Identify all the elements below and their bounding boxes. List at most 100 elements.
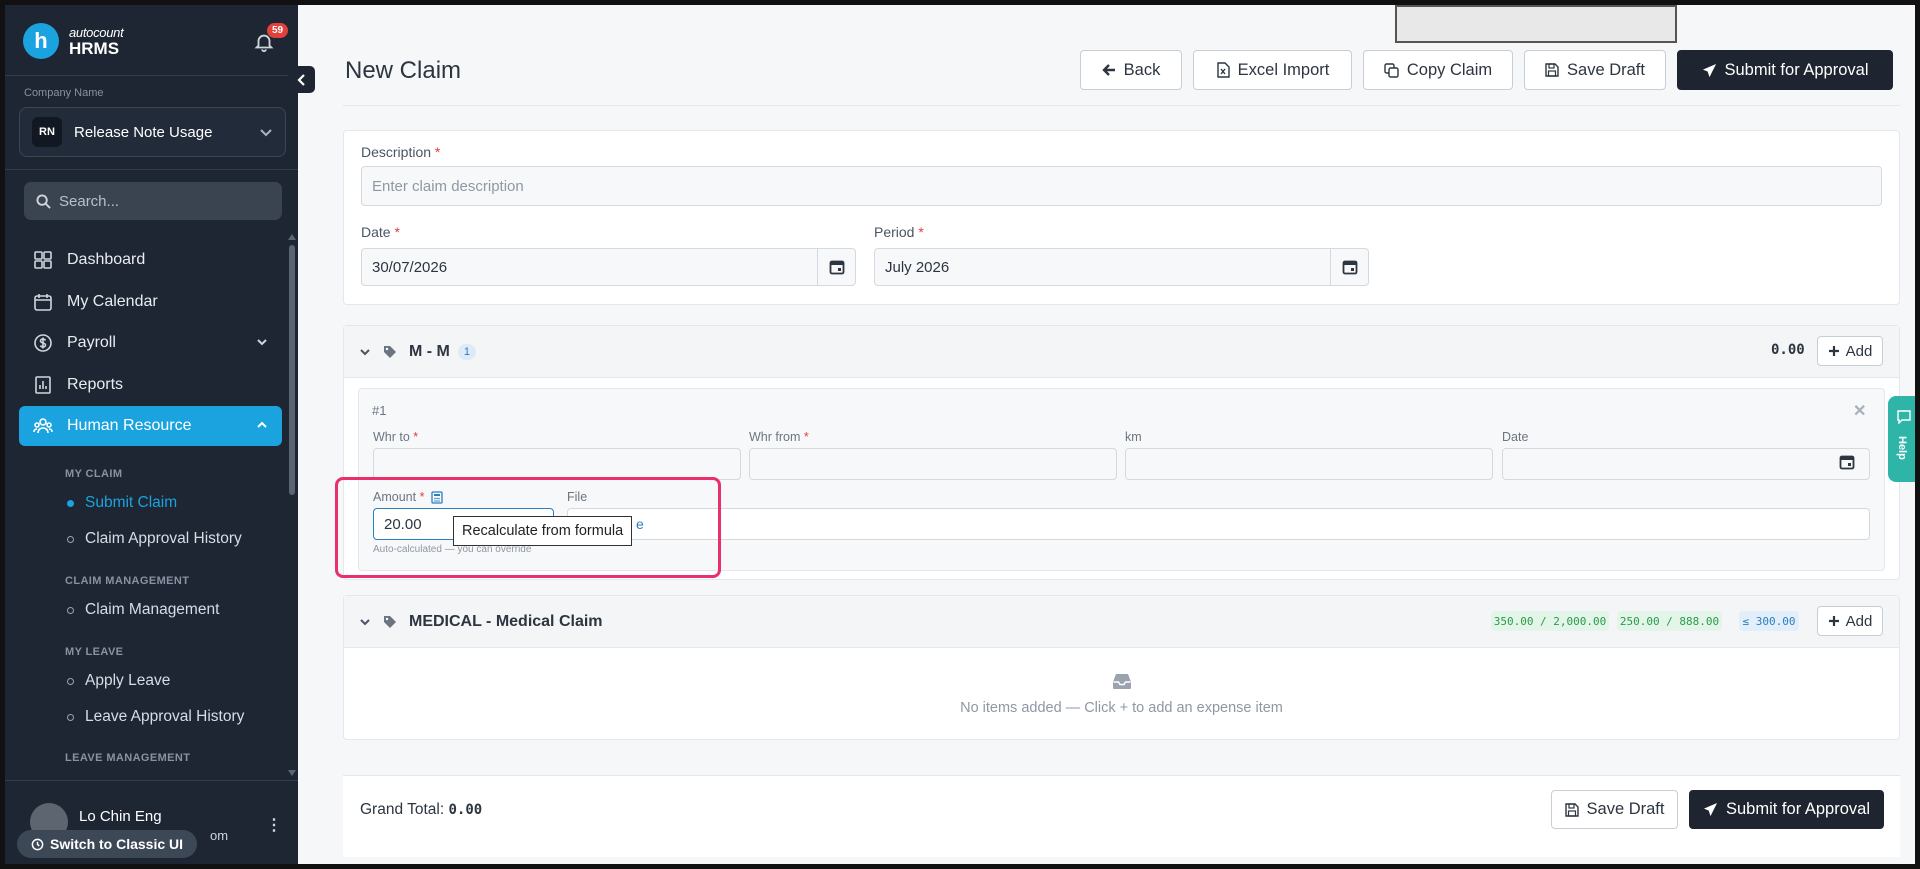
screen-preview-thumbnail [1395, 5, 1677, 43]
sidebar-item-claim-approval-history[interactable]: Claim Approval History [67, 530, 242, 548]
chevron-down-icon[interactable] [359, 616, 371, 628]
excel-import-button[interactable]: Excel Import [1193, 50, 1352, 90]
help-label: Help [1896, 436, 1908, 460]
required-mark: * [803, 430, 809, 444]
sidebar-item-claim-management[interactable]: Claim Management [67, 601, 219, 619]
logo-text: autocount HRMS [69, 26, 124, 58]
whr-from-label: Whr from * [749, 430, 809, 444]
item-date-input[interactable] [1502, 448, 1870, 480]
required-mark: * [918, 224, 924, 240]
date-label: Date * [361, 224, 400, 240]
plus-icon [1828, 616, 1839, 626]
remove-item-icon[interactable]: ✕ [1853, 401, 1866, 421]
label-text: Description [361, 144, 432, 160]
switch-classic-ui-button[interactable]: Switch to Classic UI [17, 830, 198, 858]
footer-save-draft-button[interactable]: Save Draft [1551, 790, 1678, 829]
bullet [67, 535, 74, 543]
back-label: Back [1123, 60, 1161, 79]
save-draft-button[interactable]: Save Draft [1524, 50, 1666, 90]
km-input[interactable] [1125, 448, 1493, 480]
copy-icon [1384, 62, 1399, 78]
period-label: Period * [874, 224, 924, 240]
date-picker-button[interactable] [1839, 454, 1855, 475]
km-label: km [1125, 430, 1142, 444]
nav-label: Reports [67, 376, 124, 393]
back-button[interactable]: Back [1080, 50, 1182, 90]
collapse-sidebar-button[interactable] [288, 66, 315, 93]
add-item-button[interactable]: Add [1817, 336, 1883, 366]
sidebar-scrollbar[interactable] [289, 245, 295, 495]
app-logo[interactable]: h autocount HRMS [23, 23, 124, 59]
more-vertical-icon[interactable]: ⋮ [266, 815, 282, 835]
empty-state-text: No items added — Click + to add an expen… [960, 700, 1283, 716]
sidebar-search-input[interactable]: Search... [24, 182, 282, 220]
period-picker-button[interactable] [1330, 249, 1368, 285]
whr-from-input[interactable] [749, 448, 1117, 480]
recalculate-tooltip: Recalculate from formula [453, 516, 633, 546]
nav-human-resource[interactable]: Human Resource [19, 406, 282, 446]
sub-label: Claim Approval History [85, 530, 242, 547]
chevron-down-icon [257, 339, 267, 346]
scroll-up-icon[interactable] [288, 234, 296, 240]
label-text: Date [361, 224, 391, 240]
app-window: h autocount HRMS 59 Company Name RN Rele… [0, 0, 1920, 869]
group-total: 0.00 [1771, 342, 1805, 358]
plus-icon [1828, 346, 1839, 356]
excel-file-icon [1216, 62, 1230, 78]
chevron-down-icon [260, 129, 272, 137]
whr-to-input[interactable] [373, 448, 741, 480]
nav-label: Payroll [67, 334, 116, 351]
nav-payroll[interactable]: Payroll [19, 323, 282, 363]
group-header-mm[interactable]: M - M 1 [344, 326, 1899, 378]
clock-icon [31, 838, 44, 850]
calendar-icon [829, 260, 844, 275]
sub-label: Leave Approval History [85, 708, 245, 725]
submit-label: Submit for Approval [1724, 60, 1869, 79]
label-text: Period [874, 224, 915, 240]
company-name: Release Note Usage [74, 123, 213, 141]
description-label: Description * [361, 144, 440, 160]
sidebar-item-submit-claim[interactable]: Submit Claim [67, 494, 177, 512]
logo-bottom-text: HRMS [69, 38, 120, 58]
nav-label: My Calendar [67, 293, 158, 310]
section-leave-management: LEAVE MANAGEMENT [65, 752, 191, 764]
grand-total: Grand Total: 0.00 [360, 801, 482, 819]
period-value: July 2026 [885, 258, 950, 276]
item-number: #1 [372, 403, 387, 418]
period-input[interactable]: July 2026 [874, 248, 1369, 286]
file-input[interactable] [567, 508, 1870, 540]
chevron-down-icon[interactable] [359, 346, 371, 358]
scroll-down-icon[interactable] [288, 770, 296, 776]
nav-label: Human Resource [67, 417, 192, 434]
calendar-icon [1839, 455, 1855, 470]
add-item-button[interactable]: Add [1817, 606, 1883, 636]
bullet [67, 499, 74, 507]
nav-reports[interactable]: Reports [19, 365, 282, 405]
sub-label: Apply Leave [85, 672, 171, 689]
excel-import-label: Excel Import [1237, 60, 1330, 79]
label-text: Whr to [373, 430, 410, 444]
section-claim-management: CLAIM MANAGEMENT [65, 575, 190, 587]
sidebar-item-apply-leave[interactable]: Apply Leave [67, 672, 170, 690]
sidebar-item-leave-approval-history[interactable]: Leave Approval History [67, 708, 244, 726]
user-email: om [210, 828, 229, 843]
date-picker-button[interactable] [817, 249, 855, 285]
submit-for-approval-button[interactable]: Submit for Approval [1677, 50, 1893, 90]
description-input[interactable]: Enter claim description [361, 166, 1882, 206]
search-icon [36, 193, 51, 209]
add-label: Add [1845, 612, 1873, 630]
save-icon [1564, 802, 1579, 817]
send-icon [1703, 802, 1718, 817]
submit-label: Submit for Approval [1726, 800, 1870, 818]
send-icon [1702, 63, 1716, 77]
chevron-left-icon [296, 73, 305, 86]
help-tab[interactable]: Help [1888, 396, 1915, 482]
required-mark: * [394, 224, 400, 240]
company-selector[interactable]: RN Release Note Usage [19, 107, 286, 157]
copy-claim-button[interactable]: Copy Claim [1363, 50, 1513, 90]
item-count-badge: 1 [457, 343, 476, 360]
nav-my-calendar[interactable]: My Calendar [19, 282, 282, 322]
date-input[interactable]: 30/07/2026 [361, 248, 856, 286]
nav-dashboard[interactable]: Dashboard [19, 240, 282, 280]
footer-submit-button[interactable]: Submit for Approval [1689, 790, 1884, 829]
